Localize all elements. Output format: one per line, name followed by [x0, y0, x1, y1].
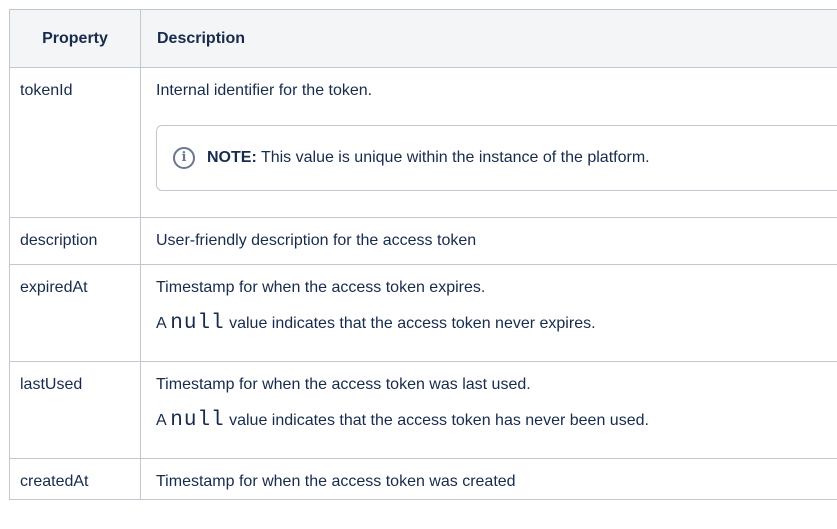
table-row: lastUsed Timestamp for when the access t… [9, 361, 837, 459]
properties-table-container: Property Description tokenId Internal id… [9, 9, 837, 529]
description-cell: Timestamp for when the access token expi… [140, 264, 837, 362]
code-null: null [170, 409, 225, 432]
description-text: Timestamp for when the access token was … [156, 376, 531, 393]
note-content: NOTE: This value is unique within the in… [207, 148, 650, 168]
description-cell: Timestamp for when the access token was … [140, 458, 837, 500]
table-row: tokenId Internal identifier for the toke… [9, 67, 837, 218]
description-text: User-friendly description for the access… [156, 232, 477, 249]
property-name: description [20, 232, 98, 249]
property-cell: expiredAt [9, 264, 141, 362]
property-cell: lastUsed [9, 361, 141, 459]
property-cell: description [9, 217, 141, 265]
table-row: description User-friendly description fo… [9, 217, 837, 265]
property-name: lastUsed [20, 376, 83, 393]
null-note-suffix: value indicates that the access token ne… [224, 315, 596, 332]
description-text: Timestamp for when the access token expi… [156, 279, 486, 296]
table-header-row: Property Description [9, 9, 837, 68]
property-cell: tokenId [9, 67, 141, 218]
note-label: NOTE: [207, 149, 257, 166]
table-row: createdAt Timestamp for when the access … [9, 458, 837, 500]
property-cell: createdAt [9, 458, 141, 500]
property-name: tokenId [20, 82, 73, 99]
description-cell: User-friendly description for the access… [140, 217, 837, 265]
description-text: Internal identifier for the token. [156, 82, 373, 99]
null-note-prefix: A [156, 315, 171, 332]
null-note: A null value indicates that the access t… [156, 395, 837, 431]
property-name: expiredAt [20, 279, 88, 296]
description-cell: Timestamp for when the access token was … [140, 361, 837, 459]
header-description: Description [140, 9, 837, 68]
null-note-suffix: value indicates that the access token ha… [224, 412, 649, 429]
header-property: Property [9, 9, 141, 68]
properties-table: Property Description tokenId Internal id… [9, 9, 837, 500]
table-row: expiredAt Timestamp for when the access … [9, 264, 837, 362]
note-text: This value is unique within the instance… [260, 149, 650, 166]
description-text: Timestamp for when the access token was … [156, 473, 516, 490]
code-null: null [170, 312, 225, 335]
null-note-prefix: A [156, 412, 171, 429]
info-icon: i [173, 147, 195, 169]
null-note: A null value indicates that the access t… [156, 298, 837, 334]
note-panel: i NOTE: This value is unique within the … [156, 125, 837, 191]
property-name: createdAt [20, 473, 89, 490]
description-cell: Internal identifier for the token. i NOT… [140, 67, 837, 218]
